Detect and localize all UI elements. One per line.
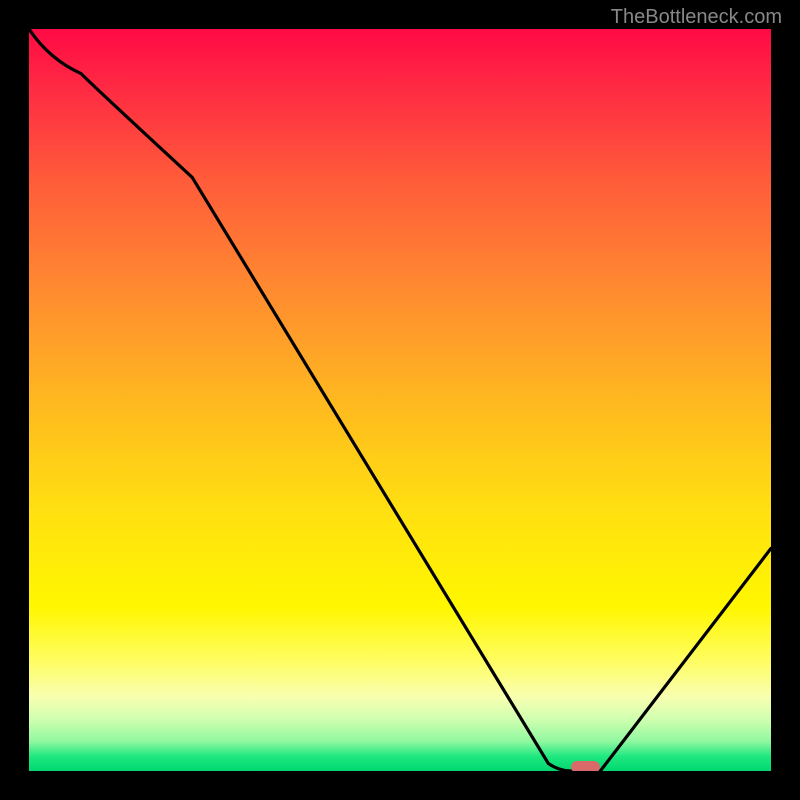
chart-plot-area: [29, 29, 771, 771]
watermark-text: TheBottleneck.com: [611, 6, 782, 29]
optimal-point-marker: [571, 761, 601, 771]
bottleneck-curve: [29, 29, 771, 771]
